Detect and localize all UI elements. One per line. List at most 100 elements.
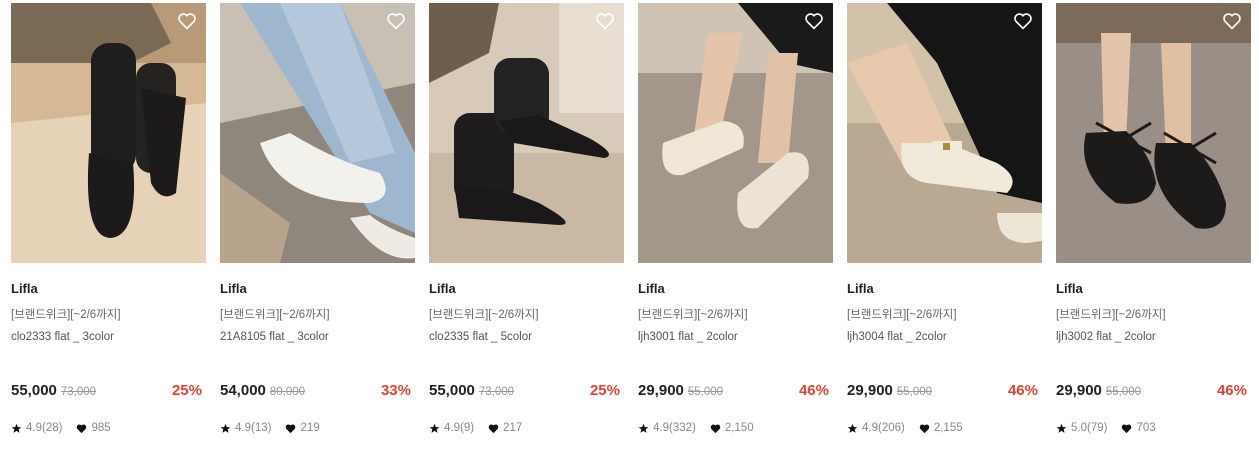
heart-icon: [77, 424, 87, 433]
discount-rate: 25%: [171, 382, 202, 399]
discount-rate: 46%: [1007, 382, 1038, 399]
rating-text: 5.0(79): [1071, 422, 1108, 434]
likes-count: 985: [91, 422, 111, 434]
heart-outline-icon: [387, 13, 405, 30]
discount-rate: 25%: [589, 382, 620, 399]
brand-name[interactable]: Lifla: [220, 281, 415, 297]
likes-count: 703: [1136, 422, 1156, 434]
sale-price: 55,000: [11, 382, 57, 399]
price-row: 29,900 55,000 46%: [847, 382, 1042, 402]
product-image[interactable]: [638, 3, 833, 263]
product-image[interactable]: [220, 3, 415, 263]
brand-name[interactable]: Lifla: [429, 281, 624, 297]
heart-icon: [286, 424, 296, 433]
heart-icon: [710, 424, 721, 433]
brand-name[interactable]: Lifla: [638, 281, 833, 297]
rating-text: 4.9(332): [653, 422, 696, 434]
heart-outline-icon: [596, 13, 614, 30]
event-label: [브랜드위크][~2/6까지]: [11, 309, 121, 321]
product-card[interactable]: Lifla [브랜드위크][~2/6까지] clo2335 flat _ 5co…: [429, 3, 624, 435]
rating-text: 4.9(28): [26, 422, 63, 434]
brand-name[interactable]: Lifla: [11, 281, 206, 297]
event-label: [브랜드위크][~2/6까지]: [429, 309, 539, 321]
sale-price: 29,900: [1056, 382, 1102, 399]
product-photo: [429, 3, 624, 263]
heart-outline-icon: [178, 13, 196, 30]
price-row: 55,000 73,000 25%: [429, 382, 624, 402]
wishlist-button[interactable]: [1221, 11, 1243, 31]
product-photo: [847, 3, 1042, 263]
event-label: [브랜드위크][~2/6까지]: [220, 309, 330, 321]
heart-icon: [488, 424, 499, 433]
rating-text: 4.9(9): [444, 422, 475, 434]
product-card[interactable]: Lifla [브랜드위크][~2/6까지] clo2333 flat _ 3co…: [11, 3, 206, 435]
brand-name[interactable]: Lifla: [847, 281, 1042, 297]
event-label: [브랜드위크][~2/6까지]: [1056, 309, 1166, 321]
product-name[interactable]: ljh3004 flat _ 2color: [847, 331, 1042, 345]
event-label: [브랜드위크][~2/6까지]: [847, 309, 957, 321]
review-meta: 4.9(9) 217: [429, 421, 624, 435]
product-image[interactable]: [11, 3, 206, 263]
sale-price: 29,900: [847, 382, 893, 399]
likes-count: 219: [300, 422, 320, 434]
review-meta: 4.9(13) 219: [220, 421, 415, 435]
heart-icon: [1122, 424, 1132, 433]
heart-outline-icon: [1014, 13, 1032, 30]
heart-outline-icon: [1223, 13, 1241, 30]
price-row: 29,900 55,000 46%: [1056, 382, 1251, 402]
original-price: 73,000: [478, 386, 515, 398]
discount-rate: 33%: [380, 382, 411, 399]
wishlist-button[interactable]: [803, 11, 825, 31]
product-grid: Lifla [브랜드위크][~2/6까지] clo2333 flat _ 3co…: [11, 3, 1251, 435]
discount-rate: 46%: [798, 382, 829, 399]
heart-outline-icon: [805, 13, 823, 30]
original-price: 55,000: [896, 386, 933, 398]
wishlist-button[interactable]: [176, 11, 198, 31]
sale-price: 55,000: [429, 382, 475, 399]
product-image[interactable]: [847, 3, 1042, 263]
review-meta: 5.0(79) 703: [1056, 421, 1251, 435]
likes-count: 2,155: [933, 422, 963, 434]
heart-icon: [919, 424, 930, 433]
review-meta: 4.9(332) 2,150: [638, 421, 833, 435]
wishlist-button[interactable]: [594, 11, 616, 31]
likes-count: 217: [503, 422, 523, 434]
star-icon: [220, 423, 231, 433]
sale-price: 54,000: [220, 382, 266, 399]
product-image[interactable]: [1056, 3, 1251, 263]
star-icon: [638, 423, 649, 433]
product-card[interactable]: Lifla [브랜드위크][~2/6까지] ljh3002 flat _ 2co…: [1056, 3, 1251, 435]
product-photo: [1056, 3, 1251, 263]
review-meta: 4.9(206) 2,155: [847, 421, 1042, 435]
event-label: [브랜드위크][~2/6까지]: [638, 309, 748, 321]
sale-price: 29,900: [638, 382, 684, 399]
wishlist-button[interactable]: [385, 11, 407, 31]
product-card[interactable]: Lifla [브랜드위크][~2/6까지] 21A8105 flat _ 3co…: [220, 3, 415, 435]
rating-text: 4.9(13): [235, 422, 272, 434]
product-photo: [220, 3, 415, 263]
star-icon: [1056, 423, 1067, 433]
original-price: 73,000: [60, 386, 97, 398]
product-name[interactable]: clo2335 flat _ 5color: [429, 331, 624, 345]
star-icon: [847, 423, 858, 433]
price-row: 54,000 80,000 33%: [220, 382, 415, 402]
product-card[interactable]: Lifla [브랜드위크][~2/6까지] ljh3004 flat _ 2co…: [847, 3, 1042, 435]
product-image[interactable]: [429, 3, 624, 263]
product-name[interactable]: 21A8105 flat _ 3color: [220, 331, 415, 345]
wishlist-button[interactable]: [1012, 11, 1034, 31]
product-name[interactable]: ljh3001 flat _ 2color: [638, 331, 833, 345]
discount-rate: 46%: [1216, 382, 1247, 399]
product-name[interactable]: clo2333 flat _ 3color: [11, 331, 206, 345]
star-icon: [11, 423, 22, 433]
product-name[interactable]: ljh3002 flat _ 2color: [1056, 331, 1251, 345]
price-row: 29,900 55,000 46%: [638, 382, 833, 402]
product-photo: [638, 3, 833, 263]
star-icon: [429, 423, 440, 433]
original-price: 55,000: [687, 386, 724, 398]
rating-text: 4.9(206): [862, 422, 905, 434]
review-meta: 4.9(28) 985: [11, 421, 206, 435]
brand-name[interactable]: Lifla: [1056, 281, 1251, 297]
product-card[interactable]: Lifla [브랜드위크][~2/6까지] ljh3001 flat _ 2co…: [638, 3, 833, 435]
price-row: 55,000 73,000 25%: [11, 382, 206, 402]
product-photo: [11, 3, 206, 263]
